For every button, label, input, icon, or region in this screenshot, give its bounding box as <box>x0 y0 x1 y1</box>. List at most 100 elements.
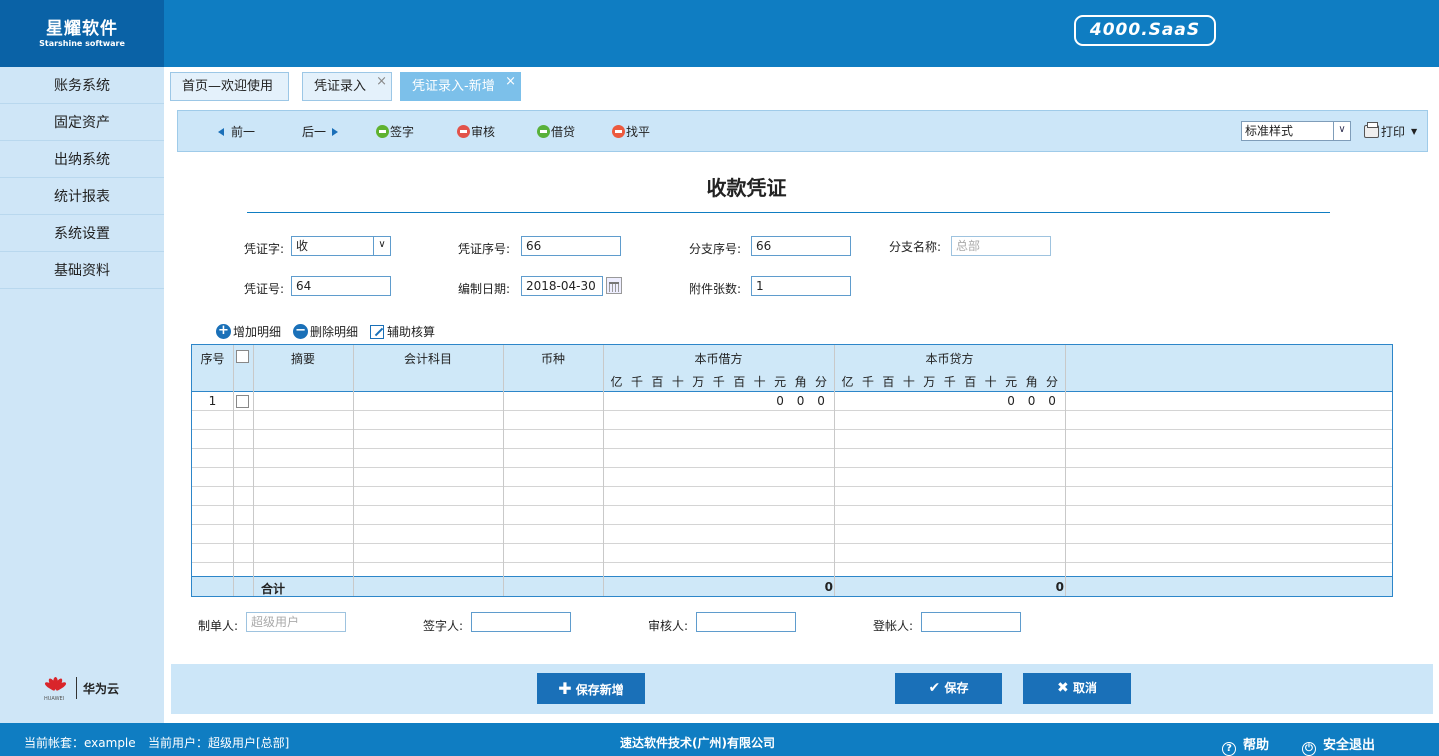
table-row[interactable] <box>192 430 1392 449</box>
voucher-no-label: 凭证号: <box>244 282 285 296</box>
signer-input[interactable] <box>471 612 571 632</box>
delete-detail-label: 删除明细 <box>310 325 359 339</box>
row-checkbox[interactable] <box>236 395 249 408</box>
sidebar-item-fixed-assets[interactable]: 固定资产 <box>0 104 164 141</box>
debit-digit-9: 角 <box>794 375 807 389</box>
debit-amount-digit: 0 <box>817 394 825 408</box>
debit-amount-digit: 0 <box>796 394 805 408</box>
table-row[interactable] <box>192 449 1392 468</box>
voucher-seq-input[interactable]: 66 <box>521 236 621 256</box>
poster-input[interactable] <box>921 612 1021 632</box>
column-divider <box>603 345 604 596</box>
table-row[interactable] <box>192 525 1392 544</box>
auditor-input[interactable] <box>696 612 796 632</box>
plus-icon: ✚ <box>558 679 572 698</box>
voucher-no-input[interactable]: 64 <box>291 276 391 296</box>
column-divider <box>253 345 254 596</box>
brand-logo: 星耀软件 Starshine software <box>0 0 164 67</box>
cancel-label: 取消 <box>1072 681 1097 695</box>
account-set-info: 当前帐套：example <box>24 736 136 750</box>
voucher-word-select[interactable]: 收 ∨ <box>291 236 391 256</box>
table-row[interactable] <box>192 468 1392 487</box>
table-row[interactable]: 1000000 <box>192 392 1392 411</box>
debit-digit-5: 千 <box>712 375 725 389</box>
branch-name-input[interactable]: 总部 <box>951 236 1051 256</box>
select-all-checkbox[interactable] <box>236 350 249 363</box>
close-icon[interactable]: × <box>505 68 516 96</box>
header-debit: 本币借方 <box>694 352 743 366</box>
chevron-down-icon[interactable]: ∨ <box>373 237 390 255</box>
table-row[interactable] <box>192 506 1392 525</box>
maker-input[interactable]: 超级用户 <box>246 612 346 632</box>
detail-actions: + 增加明细 − 删除明细 辅助核算 <box>216 323 447 340</box>
header-summary: 摘要 <box>290 352 315 366</box>
table-total-row: 合计 0 0 <box>192 576 1392 596</box>
debit-digit-10: 分 <box>815 375 828 389</box>
tab-voucher-entry[interactable]: 凭证录入 × <box>302 72 392 101</box>
debit-digit-0: 亿 <box>610 375 623 389</box>
arrow-right-icon <box>332 127 339 136</box>
credit-digit-8: 元 <box>1005 375 1018 389</box>
audit-icon <box>457 125 470 138</box>
huawei-cloud-label: 华为云 <box>83 681 120 696</box>
sign-icon <box>376 125 389 138</box>
chevron-down-icon[interactable]: ∨ <box>1333 122 1350 140</box>
balance-icon <box>612 125 625 138</box>
credit-digit-6: 百 <box>964 375 977 389</box>
print-label: 打印 <box>1381 125 1406 139</box>
tab-home[interactable]: 首页—欢迎使用 <box>170 72 289 101</box>
print-button[interactable]: 打印 ▼ <box>1364 122 1417 140</box>
date-label: 编制日期: <box>458 282 511 296</box>
close-icon: ✖ <box>1057 680 1069 696</box>
sidebar-item-accounting[interactable]: 账务系统 <box>0 67 164 104</box>
tab-voucher-entry-new[interactable]: 凭证录入-新增 × <box>400 72 521 101</box>
branch-seq-input[interactable]: 66 <box>751 236 851 256</box>
date-input[interactable]: 2018-04-30 <box>521 276 622 296</box>
table-row[interactable] <box>192 411 1392 430</box>
debit-credit-label: 借贷 <box>551 125 576 139</box>
header-credit: 本币贷方 <box>925 352 974 366</box>
debit-digit-6: 百 <box>733 375 746 389</box>
column-divider <box>834 345 835 596</box>
total-debit: 0 <box>824 580 833 594</box>
debit-amount-digit: 0 <box>776 394 784 408</box>
title-divider <box>247 212 1330 213</box>
attach-count-input[interactable]: 1 <box>751 276 851 296</box>
column-divider <box>353 345 354 596</box>
delete-detail-button[interactable]: − 删除明细 <box>293 323 358 340</box>
next-button[interactable]: 后一 <box>302 123 339 140</box>
sidebar-item-basic-data[interactable]: 基础资料 <box>0 252 164 289</box>
audit-button[interactable]: 审核 <box>457 123 495 140</box>
credit-digit-9: 角 <box>1025 375 1038 389</box>
debit-credit-button[interactable]: 借贷 <box>537 123 575 140</box>
close-icon[interactable]: × <box>376 68 387 96</box>
debit-digit-1: 千 <box>630 375 643 389</box>
prev-button[interactable]: 前一 <box>218 123 255 140</box>
sign-button[interactable]: 签字 <box>376 123 414 140</box>
brand-name-en: Starshine software <box>39 39 125 48</box>
header-account: 会计科目 <box>403 352 452 366</box>
sidebar-item-settings[interactable]: 系统设置 <box>0 215 164 252</box>
calendar-icon[interactable] <box>606 277 622 294</box>
debit-digit-4: 万 <box>692 375 705 389</box>
cancel-button[interactable]: ✖ 取消 <box>1023 673 1131 704</box>
huawei-flower-icon: HUAWEI <box>43 677 68 702</box>
credit-digit-1: 千 <box>861 375 874 389</box>
assist-accounting-button[interactable]: 辅助核算 <box>370 323 435 340</box>
balance-button[interactable]: 找平 <box>612 123 650 140</box>
table-header: 序号 摘要 会计科目 币种 本币借方 本币贷方 亿千百十万千百十元角分 亿千百十… <box>192 345 1392 392</box>
save-new-button[interactable]: ✚ 保存新增 <box>537 673 645 704</box>
voucher-word-label: 凭证字: <box>244 242 285 256</box>
signer-label: 签字人: <box>423 619 464 633</box>
table-row[interactable] <box>192 544 1392 563</box>
huawei-cloud-logo: HUAWEI 华为云 <box>43 677 120 702</box>
total-credit: 0 <box>1055 580 1064 594</box>
save-button[interactable]: ✔ 保存 <box>895 673 1002 704</box>
table-row[interactable] <box>192 487 1392 506</box>
credit-digit-0: 亿 <box>841 375 854 389</box>
arrow-left-icon <box>218 127 224 136</box>
help-link[interactable]: ? 帮助 <box>1222 734 1269 756</box>
logout-link[interactable]: ⏻ 安全退出 <box>1302 734 1375 756</box>
print-style-select[interactable]: 标准样式 ∨ <box>1241 121 1351 141</box>
add-detail-button[interactable]: + 增加明细 <box>216 323 281 340</box>
